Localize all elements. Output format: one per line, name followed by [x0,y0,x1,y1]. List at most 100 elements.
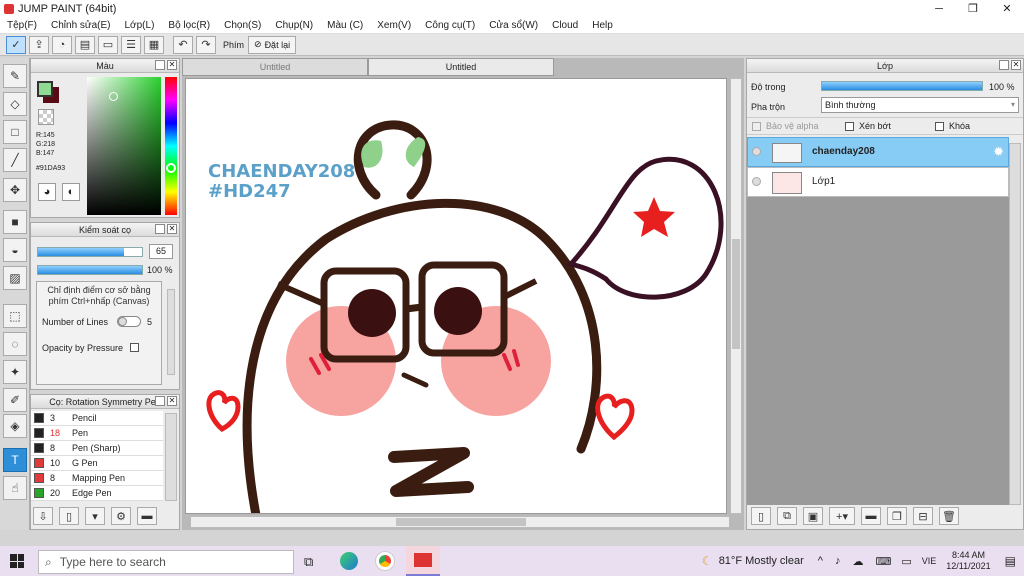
language-indicator[interactable]: VIE [922,556,937,566]
horizontal-scroll-thumb[interactable] [396,518,526,526]
menu-filter[interactable]: Bộ lọc(R) [161,18,217,34]
tab-untitled-1[interactable]: Untitled [182,58,368,76]
menu-capture[interactable]: Chụp(N) [268,18,320,34]
pressure-checkbox[interactable] [130,343,139,352]
clip-checkbox[interactable] [845,122,854,131]
taskbar-search-box[interactable]: ⌕ Type here to search [38,550,294,574]
eyedropper-icon[interactable]: ◐ [62,183,80,201]
windows-start-icon[interactable] [10,554,24,568]
menu-window[interactable]: Cửa sổ(W) [482,18,545,34]
eye-icon[interactable] [752,177,761,186]
clock[interactable]: 8:44 AM 12/11/2021 [946,550,990,572]
duplicate-layer-icon[interactable]: ⧉ [777,507,797,525]
text-tool-icon[interactable]: T [3,448,27,472]
brush-size-slider[interactable] [37,247,143,257]
undo-icon[interactable]: ↶ [173,35,193,54]
merge-layer-icon[interactable]: ⊟ [913,507,933,525]
notification-icon[interactable]: ▤ [1005,554,1016,568]
reset-button[interactable]: ⊘ Đặt lại [248,35,297,54]
panel-float-icon[interactable] [155,60,165,70]
brush-size-value[interactable]: 65 [149,244,173,259]
select-eraser-tool-icon[interactable]: ◈ [3,414,27,438]
transparent-swatch[interactable] [38,109,54,125]
brush-item-g-pen[interactable]: 10 G Pen [31,456,163,471]
panel-close-icon[interactable]: ✕ [167,396,177,406]
drawing-canvas[interactable]: CHAENDAY208 #HD247 [185,78,727,514]
chevron-up-icon[interactable]: ^ [818,555,823,567]
brush-item-pen-sharp[interactable]: 8 Pen (Sharp) [31,441,163,456]
brush-control-scrollbar[interactable] [167,289,175,375]
panel-close-icon[interactable]: ✕ [167,224,177,234]
panel-float-icon[interactable] [155,224,165,234]
brush-item-edge-pen[interactable]: 20 Edge Pen [31,486,163,501]
brush-menu-icon[interactable]: ▾ [85,507,105,525]
edge-browser-icon[interactable] [340,552,358,570]
menu-tools[interactable]: Công cụ(T) [418,18,482,34]
menu-color[interactable]: Màu (C) [320,18,370,34]
layer-opacity-slider[interactable] [821,81,983,91]
magic-wand-tool-icon[interactable]: ✦ [3,360,27,384]
copy-layer-icon[interactable]: ❐ [887,507,907,525]
brush-folder-icon[interactable]: ▬ [137,507,157,525]
layer-folder-icon[interactable]: ▬ [861,507,881,525]
layer-list-scrollbar[interactable] [1009,143,1021,505]
share-icon[interactable]: ⇪ [29,35,49,54]
check-icon[interactable]: ✓ [6,35,26,54]
redo-icon[interactable]: ↷ [196,35,216,54]
jump-paint-taskbar-icon[interactable] [406,546,440,576]
brush-item-mapping-pen[interactable]: 8 Mapping Pen [31,471,163,486]
brush-tool-icon[interactable]: ✎ [3,64,27,88]
menu-edit[interactable]: Chỉnh sửa(E) [44,18,118,34]
task-view-icon[interactable]: ⧉ [304,554,313,570]
bucket-tool-icon[interactable]: ◒ [3,238,27,262]
hand-tool-icon[interactable]: ☝ [3,476,27,500]
lasso-tool-icon[interactable]: ◌ [3,332,27,356]
menu-cloud[interactable]: Cloud [545,18,585,34]
brush-item-pencil[interactable]: 3 Pencil [31,411,163,426]
panel-close-icon[interactable]: ✕ [167,60,177,70]
maximize-button[interactable]: ❐ [956,0,990,18]
cloud-icon[interactable]: ☁ [852,555,863,568]
layer-row-layer1[interactable]: Lớp1 [747,167,1009,197]
select-rect-tool-icon[interactable]: ⬚ [3,304,27,328]
menu-select[interactable]: Chọn(S) [217,18,268,34]
document-icon[interactable]: ▭ [98,35,118,54]
hue-slider[interactable] [165,77,177,215]
menu-file[interactable]: Tệp(F) [0,18,44,34]
eraser-tool-icon[interactable]: ◇ [3,92,27,116]
add-layer-menu-icon[interactable]: +▾ [829,507,855,525]
protect-alpha-checkbox[interactable] [752,122,761,131]
trash-icon[interactable]: 🗑 [939,507,959,525]
new-layer-icon[interactable]: ▯ [751,507,771,525]
layer-row-chaenday208[interactable]: chaenday208 ✹ [747,137,1009,167]
weather-text[interactable]: 81°F Mostly clear [719,555,804,567]
menu-view[interactable]: Xem(V) [370,18,418,34]
tab-untitled-2[interactable]: Untitled [368,58,554,76]
grid-icon[interactable]: ▦ [144,35,164,54]
blend-mode-select[interactable]: Bình thường ▾ [821,97,1019,113]
brush-settings-icon[interactable]: ⚙ [111,507,131,525]
new-brush-icon[interactable]: ▯ [59,507,79,525]
canvas-horizontal-scrollbar[interactable] [190,516,730,528]
chrome-browser-icon[interactable] [376,552,394,570]
list-icon[interactable]: ☰ [121,35,141,54]
select-pen-tool-icon[interactable]: ✐ [3,388,27,412]
layer-mask-icon[interactable]: ▣ [803,507,823,525]
panel-float-icon[interactable] [999,60,1009,70]
lines-toggle[interactable] [117,316,141,327]
saturation-value-picker[interactable] [87,77,161,215]
display-icon[interactable]: ▭ [901,555,911,568]
brush-opacity-slider[interactable] [37,265,143,275]
menu-help[interactable]: Help [585,18,620,34]
layer-settings-icon[interactable]: ✹ [993,144,1004,160]
pen-line-tool-icon[interactable]: ╱ [3,148,27,172]
eye-icon[interactable] [752,147,761,156]
brush-download-icon[interactable]: ⇩ [33,507,53,525]
brush-item-pen[interactable]: 18 Pen [31,426,163,441]
palette-icon[interactable]: ◕ [38,183,56,201]
menu-layer[interactable]: Lớp(L) [118,18,162,34]
brush-list-scrollbar[interactable] [165,413,177,501]
keyboard-icon[interactable]: ⌨ [875,555,891,568]
minimize-button[interactable]: ─ [922,0,956,18]
fill-rect-tool-icon[interactable]: ■ [3,210,27,234]
